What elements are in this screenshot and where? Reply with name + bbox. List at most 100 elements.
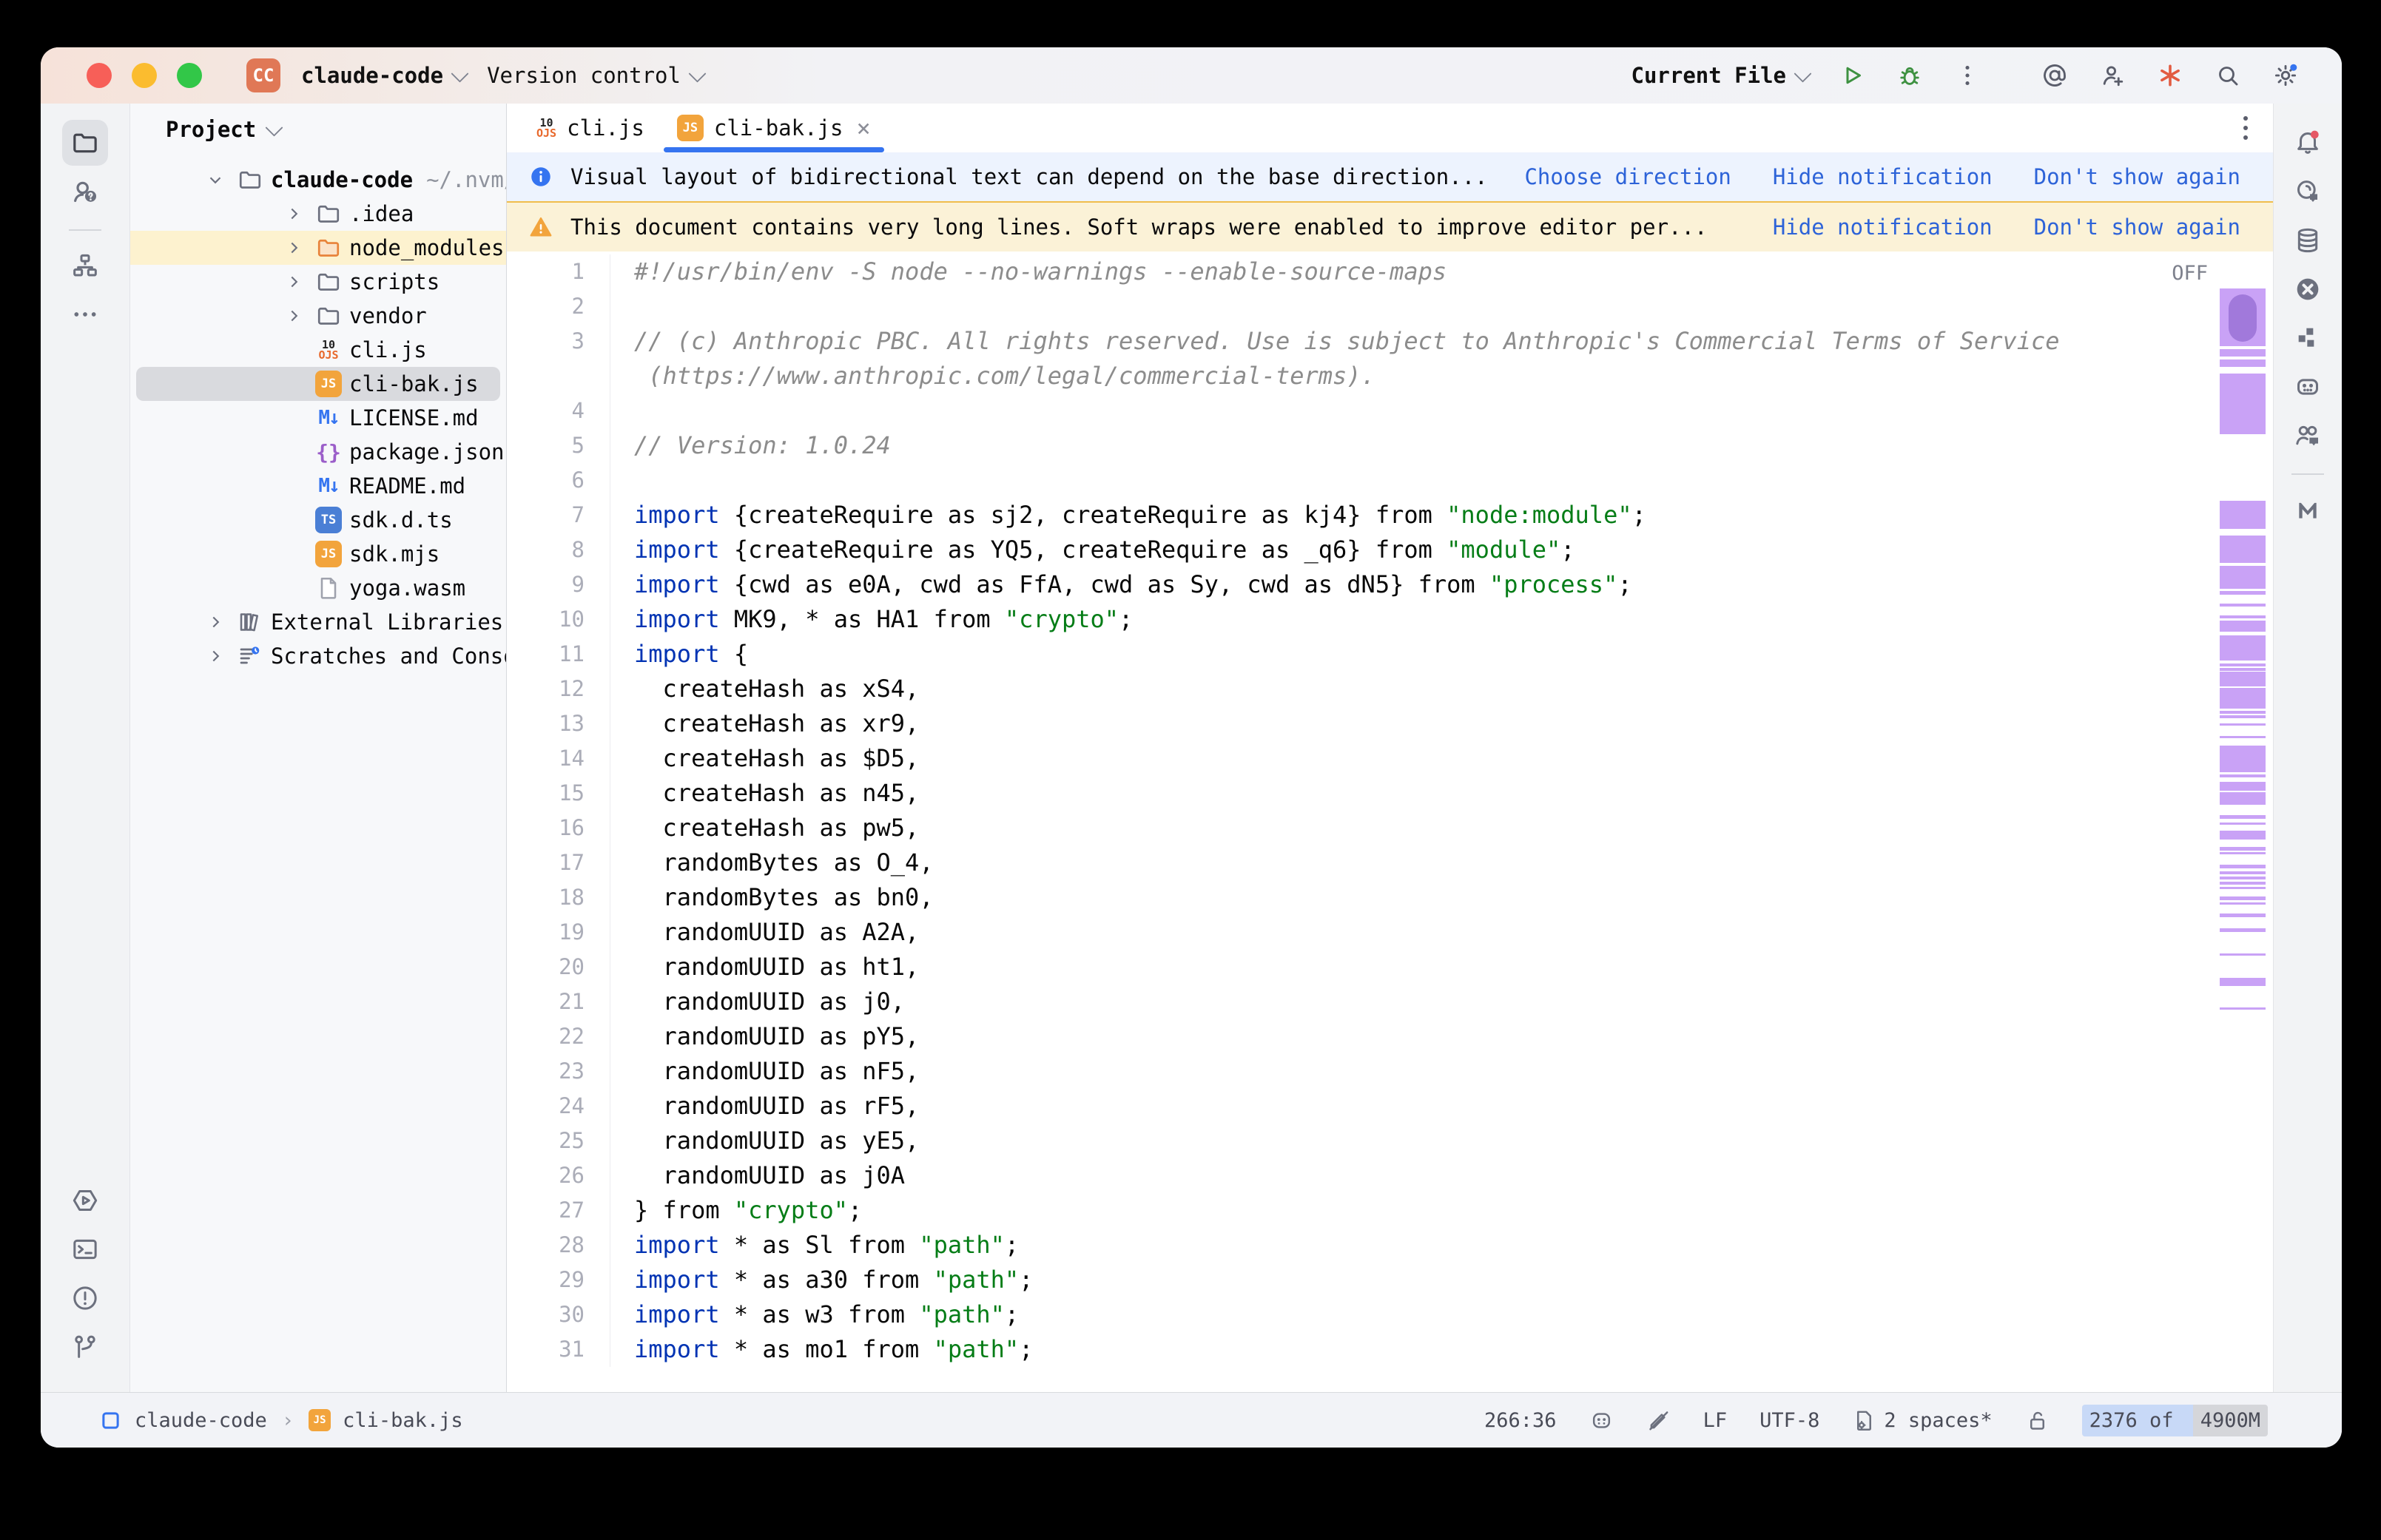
run-button[interactable] <box>1837 61 1867 90</box>
code-line[interactable]: 31import * as mo1 from "path"; <box>507 1332 2273 1367</box>
notifications-bell-icon[interactable] <box>2285 120 2331 166</box>
tree-item-LICENSE.md[interactable]: M↓LICENSE.md <box>130 401 506 435</box>
line-number[interactable]: 21 <box>507 985 610 1019</box>
line-number[interactable]: 26 <box>507 1158 610 1193</box>
line-number[interactable]: 9 <box>507 567 610 602</box>
project-panel-header[interactable]: Project <box>130 104 506 155</box>
code-line[interactable]: 7import {createRequire as sj2, createReq… <box>507 498 2273 533</box>
x-plugin-icon[interactable] <box>2285 266 2331 312</box>
code-line[interactable]: 27} from "crypto"; <box>507 1193 2273 1228</box>
tab-options-button[interactable] <box>2243 116 2248 140</box>
debug-button[interactable] <box>1895 61 1924 90</box>
mentions-icon[interactable] <box>2040 61 2070 90</box>
settings-gear-icon[interactable] <box>2271 61 2300 90</box>
code-line[interactable]: 2 <box>507 289 2273 324</box>
tree-item-sdk.d.ts[interactable]: TSsdk.d.ts <box>130 503 506 537</box>
line-number[interactable]: 1 <box>507 254 610 289</box>
scrollbar-thumb[interactable] <box>2229 294 2257 342</box>
code-line[interactable]: 29import * as a30 from "path"; <box>507 1263 2273 1297</box>
editor-tab-cli.js[interactable]: 10OJScli.js <box>520 104 661 152</box>
soft-wrap-indicator[interactable]: OFF <box>2172 262 2208 285</box>
code-line[interactable]: 23 randomUUID as nF5, <box>507 1054 2273 1089</box>
tree-item-cli-bak.js[interactable]: JScli-bak.js <box>136 367 500 401</box>
tree-item-.idea[interactable]: .idea <box>130 197 506 231</box>
tree-item-package.json[interactable]: {}package.json <box>130 435 506 469</box>
line-number[interactable]: 6 <box>507 463 610 498</box>
services-tool-button[interactable] <box>62 1178 108 1223</box>
line-number[interactable]: 10 <box>507 602 610 637</box>
terminal-tool-button[interactable] <box>62 1226 108 1272</box>
code-line[interactable]: 26 randomUUID as j0A <box>507 1158 2273 1193</box>
close-window-button[interactable] <box>87 63 112 88</box>
line-number[interactable]: 30 <box>507 1297 610 1332</box>
tree-item-claude-code[interactable]: claude-code~/.nvm/vers <box>130 163 506 197</box>
line-number[interactable]: 13 <box>507 706 610 741</box>
code-line[interactable]: 22 randomUUID as pY5, <box>507 1019 2273 1054</box>
breadcrumb-file[interactable]: cli-bak.js <box>343 1409 463 1432</box>
code-line[interactable]: 18 randomBytes as bn0, <box>507 880 2273 915</box>
hide-notification-link[interactable]: Hide notification <box>1773 164 1993 189</box>
problems-tool-button[interactable] <box>62 1275 108 1321</box>
code-line[interactable]: 28import * as Sl from "path"; <box>507 1228 2273 1263</box>
code-line[interactable]: 30import * as w3 from "path"; <box>507 1297 2273 1332</box>
line-number[interactable]: 2 <box>507 289 610 324</box>
code-line[interactable]: 8import {createRequire as YQ5, createReq… <box>507 533 2273 567</box>
dont-show-again-link[interactable]: Don't show again <box>2034 215 2240 240</box>
zoom-window-button[interactable] <box>177 63 202 88</box>
memory-indicator[interactable]: 2376 of 4900M <box>2082 1405 2268 1436</box>
project-tool-button[interactable] <box>62 120 108 166</box>
pinwheel-plugin-icon[interactable] <box>2285 315 2331 361</box>
line-number[interactable]: 25 <box>507 1124 610 1158</box>
line-number[interactable]: 3 <box>507 324 610 359</box>
code-line[interactable]: 13 createHash as xr9, <box>507 706 2273 741</box>
line-number[interactable]: 23 <box>507 1054 610 1089</box>
encoding-indicator[interactable]: UTF-8 <box>1759 1409 1819 1432</box>
line-number[interactable] <box>507 359 610 394</box>
tree-item-sdk.mjs[interactable]: JSsdk.mjs <box>130 537 506 571</box>
breadcrumb-project[interactable]: claude-code <box>135 1409 267 1432</box>
code-editor[interactable]: OFF 1#!/usr/bin/env -S node --no-warning… <box>507 251 2273 1392</box>
code-line[interactable]: 10import MK9, * as HA1 from "crypto"; <box>507 602 2273 637</box>
more-actions-button[interactable] <box>1953 61 1982 90</box>
code-line[interactable]: 17 randomBytes as O_4, <box>507 845 2273 880</box>
people-question-icon[interactable] <box>62 169 108 215</box>
tree-item-scripts[interactable]: scripts <box>130 265 506 299</box>
editor-scrollbar[interactable] <box>2220 251 2266 1392</box>
indent-indicator[interactable]: 2 spaces* <box>1852 1408 1992 1433</box>
tree-item-vendor[interactable]: vendor <box>130 299 506 333</box>
tree-item-cli.js[interactable]: 10OJScli.js <box>130 333 506 367</box>
code-line[interactable]: 6 <box>507 463 2273 498</box>
line-number[interactable]: 14 <box>507 741 610 776</box>
code-line[interactable]: 16 createHash as pw5, <box>507 811 2273 845</box>
line-number[interactable]: 4 <box>507 394 610 428</box>
code-line[interactable]: 11import { <box>507 637 2273 672</box>
code-line[interactable]: 5// Version: 1.0.24 <box>507 428 2273 463</box>
line-number[interactable]: 15 <box>507 776 610 811</box>
ai-assistant-icon[interactable] <box>2285 169 2331 215</box>
code-line[interactable]: (https://www.anthropic.com/legal/commerc… <box>507 359 2273 394</box>
line-number[interactable]: 16 <box>507 811 610 845</box>
line-separator-indicator[interactable]: LF <box>1703 1409 1728 1432</box>
code-line[interactable]: 20 randomUUID as ht1, <box>507 950 2273 985</box>
robot-plugin-icon[interactable] <box>2285 364 2331 410</box>
line-number[interactable]: 8 <box>507 533 610 567</box>
structure-tool-button[interactable] <box>62 243 108 288</box>
line-number[interactable]: 11 <box>507 637 610 672</box>
git-tool-button[interactable] <box>62 1324 108 1370</box>
add-user-icon[interactable] <box>2098 61 2127 90</box>
search-icon[interactable] <box>2213 61 2243 90</box>
code-line[interactable]: 21 randomUUID as j0, <box>507 985 2273 1019</box>
choose-direction-link[interactable]: Choose direction <box>1524 164 1731 189</box>
project-menu[interactable]: claude-code <box>301 63 466 88</box>
tree-item-README.md[interactable]: M↓README.md <box>130 469 506 503</box>
code-with-me-icon[interactable] <box>2285 413 2331 459</box>
minimize-window-button[interactable] <box>132 63 157 88</box>
line-number[interactable]: 24 <box>507 1089 610 1124</box>
code-line[interactable]: 25 randomUUID as yE5, <box>507 1124 2273 1158</box>
close-tab-icon[interactable]: × <box>856 114 870 142</box>
line-number[interactable]: 17 <box>507 845 610 880</box>
more-tool-windows-button[interactable] <box>62 291 108 337</box>
line-number[interactable]: 31 <box>507 1332 610 1367</box>
code-line[interactable]: 24 randomUUID as rF5, <box>507 1089 2273 1124</box>
code-line[interactable]: 4 <box>507 394 2273 428</box>
